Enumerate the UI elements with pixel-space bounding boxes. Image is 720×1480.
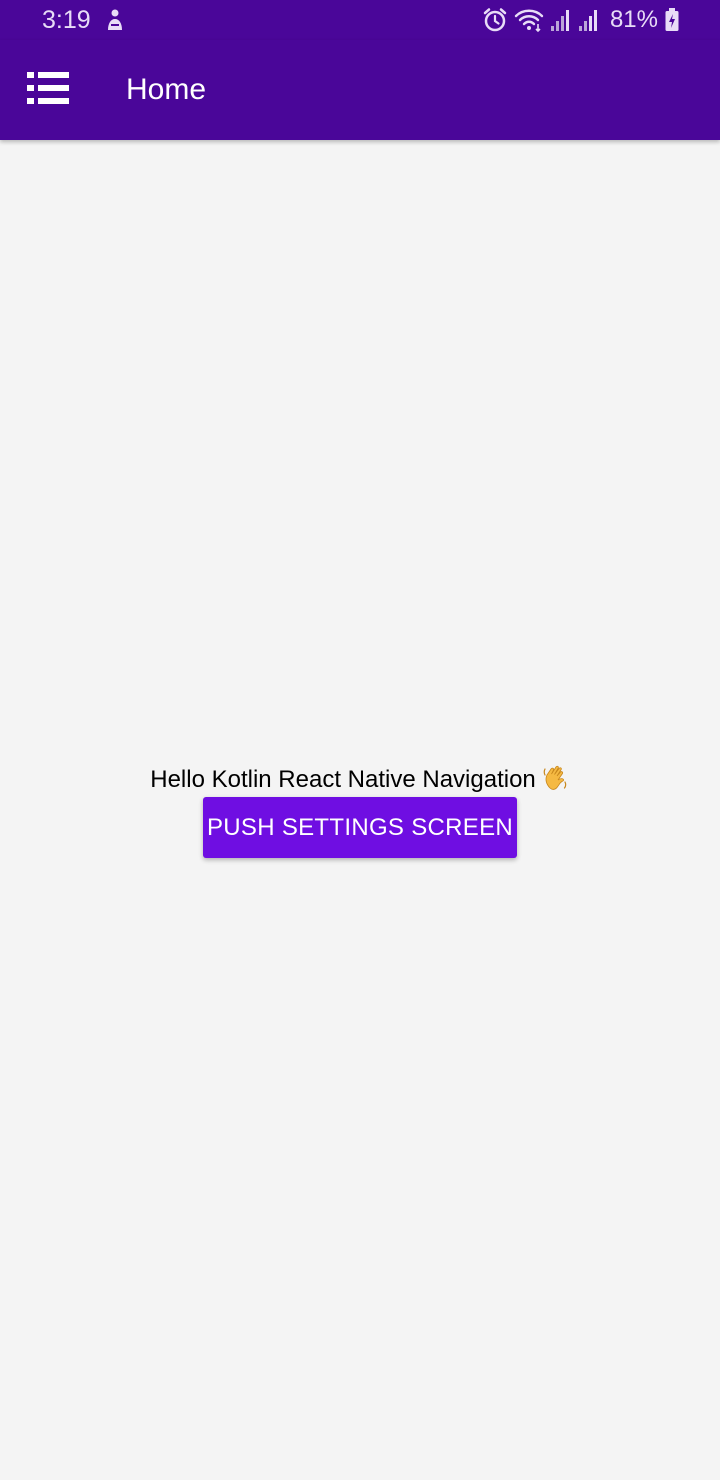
status-bar: 3:19 81% (0, 0, 720, 40)
app-toolbar: Home (0, 40, 720, 140)
wifi-icon (514, 7, 544, 33)
menu-button[interactable] (16, 62, 80, 118)
signal-icon-2 (578, 8, 600, 32)
page-title: Home (126, 73, 207, 106)
greeting-text: Hello Kotlin React Native Navigation (150, 766, 536, 793)
status-time: 3:19 (42, 6, 91, 34)
push-settings-screen-button[interactable]: PUSH SETTINGS SCREEN (203, 797, 517, 858)
list-menu-icon (27, 71, 69, 110)
greeting-row: Hello Kotlin React Native Navigation (0, 764, 720, 796)
alarm-icon (482, 7, 508, 33)
battery-charging-icon (664, 7, 680, 33)
battery-percent: 81% (609, 6, 658, 33)
status-icons: 81% (482, 6, 680, 34)
waving-hand-icon (542, 764, 570, 792)
home-screen-content: Hello Kotlin React Native Navigation PUS… (0, 140, 720, 1480)
signal-icon (550, 8, 572, 32)
person-notification-icon (104, 8, 126, 32)
